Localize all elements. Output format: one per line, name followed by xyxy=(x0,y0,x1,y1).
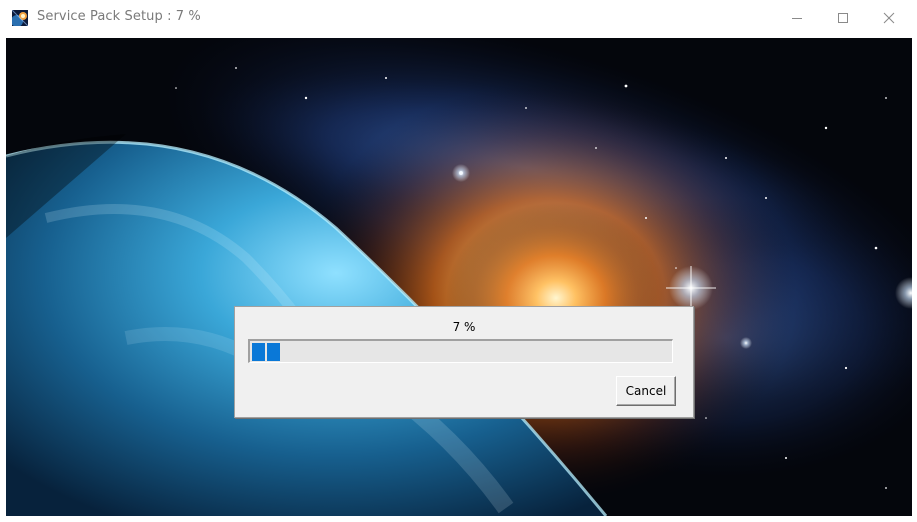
progress-percent-label: 7 % xyxy=(452,320,476,334)
title-bar[interactable]: Service Pack Setup : 7 % xyxy=(0,0,917,36)
progress-block xyxy=(252,343,265,361)
maximize-button[interactable] xyxy=(820,0,866,36)
close-button[interactable] xyxy=(866,0,912,36)
minimize-button[interactable] xyxy=(774,0,820,36)
minimize-icon xyxy=(792,18,802,19)
setup-window: Service Pack Setup : 7 % 7 % Cancel xyxy=(0,0,917,522)
progress-dialog: 7 % Cancel xyxy=(234,306,694,418)
cancel-button[interactable]: Cancel xyxy=(616,376,676,406)
maximize-icon xyxy=(838,13,848,23)
space-background-image xyxy=(6,38,912,516)
close-icon xyxy=(883,12,895,24)
client-area: 7 % Cancel xyxy=(6,38,912,516)
progress-block xyxy=(267,343,280,361)
app-icon xyxy=(12,10,28,26)
progress-bar-fill xyxy=(252,343,280,361)
window-title: Service Pack Setup : 7 % xyxy=(37,9,201,24)
progress-bar xyxy=(248,339,673,363)
